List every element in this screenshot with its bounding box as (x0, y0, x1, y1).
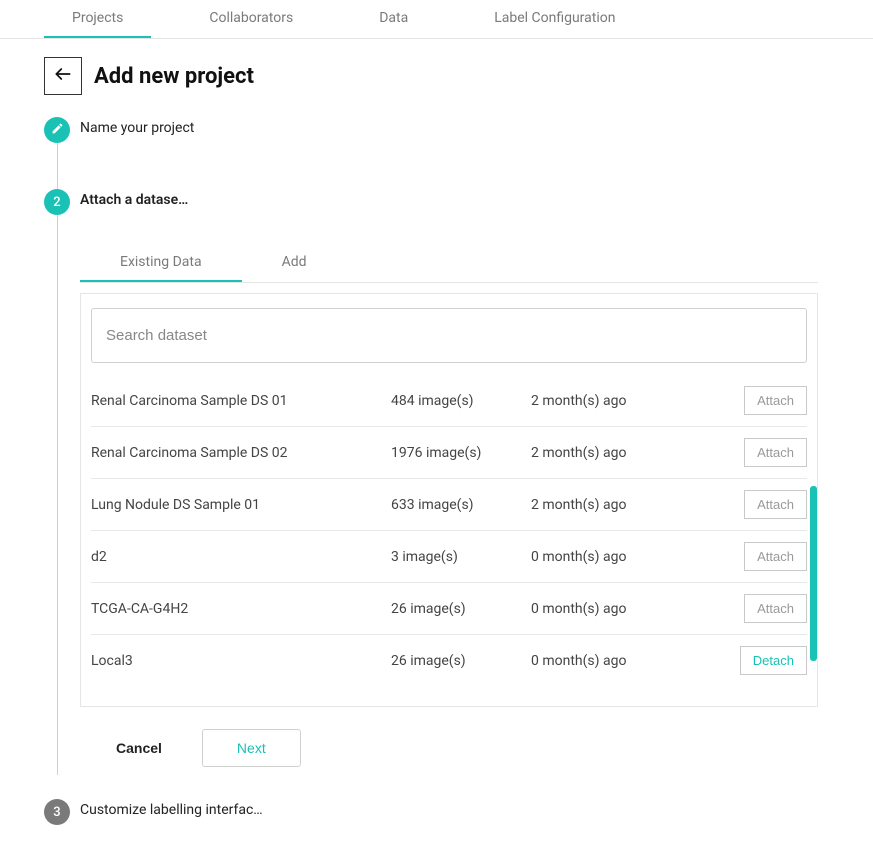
dataset-name: d2 (91, 549, 391, 565)
dataset-age: 2 month(s) ago (531, 497, 725, 513)
dataset-action-cell: Attach (725, 438, 807, 467)
search-input[interactable] (91, 308, 807, 363)
attach-button[interactable]: Attach (744, 386, 807, 415)
dataset-name: Renal Carcinoma Sample DS 01 (91, 393, 391, 409)
edit-icon (51, 122, 64, 139)
dataset-name: Local3 (91, 653, 391, 669)
arrow-left-icon (53, 64, 73, 88)
page-title: Add new project (94, 64, 254, 89)
step-1-icon (44, 117, 70, 143)
attach-button[interactable]: Attach (744, 594, 807, 623)
dataset-age: 0 month(s) ago (531, 653, 725, 669)
step-actions: Cancel Next (80, 729, 818, 767)
dataset-action-cell: Attach (725, 490, 807, 519)
dataset-image-count: 633 image(s) (391, 497, 531, 513)
attach-button[interactable]: Attach (744, 438, 807, 467)
sub-tab-existing-data[interactable]: Existing Data (80, 244, 242, 282)
dataset-name: Renal Carcinoma Sample DS 02 (91, 445, 391, 461)
dataset-image-count: 3 image(s) (391, 549, 531, 565)
back-button[interactable] (44, 57, 82, 95)
tab-collaborators[interactable]: Collaborators (181, 0, 321, 38)
step-1: Name your project (44, 117, 873, 189)
dataset-image-count: 484 image(s) (391, 393, 531, 409)
dataset-image-count: 1976 image(s) (391, 445, 531, 461)
step-3-number: 3 (44, 799, 70, 825)
dataset-row: Lung Nodule DS Sample 01633 image(s)2 mo… (91, 479, 807, 531)
dataset-age: 2 month(s) ago (531, 393, 725, 409)
dataset-row: TCGA-CA-G4H226 image(s)0 month(s) ago Att… (91, 583, 807, 635)
dataset-name: TCGA-CA-G4H2 (91, 601, 391, 617)
step-1-label: Name your project (80, 120, 873, 136)
tab-projects[interactable]: Projects (44, 0, 151, 38)
step-2: 2 Attach a datase… Existing Data Add Ren… (44, 189, 873, 775)
dataset-action-cell: Detach (725, 646, 807, 675)
stepper: Name your project 2 Attach a datase… Exi… (0, 105, 873, 826)
dataset-action-cell: Attach (725, 386, 807, 415)
step-3: 3 Customize labelling interfac… (44, 799, 873, 826)
tab-label-configuration[interactable]: Label Configuration (466, 0, 643, 38)
cancel-button[interactable]: Cancel (116, 740, 162, 756)
dataset-name: Lung Nodule DS Sample 01 (91, 497, 391, 513)
dataset-image-count: 26 image(s) (391, 601, 531, 617)
attach-button[interactable]: Attach (744, 490, 807, 519)
dataset-row: Renal Carcinoma Sample DS 01484 image(s)… (91, 375, 807, 427)
dataset-action-cell: Attach (725, 594, 807, 623)
sub-tabs: Existing Data Add (80, 244, 818, 283)
page-header: Add new project (0, 39, 873, 105)
sub-tab-add[interactable]: Add (242, 244, 347, 282)
step-3-label: Customize labelling interfac… (80, 802, 873, 818)
dataset-row: d23 image(s)0 month(s) ago Attach (91, 531, 807, 583)
step-2-label: Attach a datase… (80, 192, 818, 208)
dataset-row: Local326 image(s)0 month(s) ago Detach (91, 635, 807, 686)
detach-button[interactable]: Detach (740, 646, 807, 675)
dataset-action-cell: Attach (725, 542, 807, 571)
dataset-age: 2 month(s) ago (531, 445, 725, 461)
top-tabs: Projects Collaborators Data Label Config… (0, 0, 873, 39)
scrollbar[interactable] (810, 486, 817, 661)
tab-data[interactable]: Data (351, 0, 436, 38)
step-2-number: 2 (44, 189, 70, 215)
dataset-image-count: 26 image(s) (391, 653, 531, 669)
dataset-age: 0 month(s) ago (531, 549, 725, 565)
dataset-age: 0 month(s) ago (531, 601, 725, 617)
next-button[interactable]: Next (202, 729, 301, 767)
dataset-list: Renal Carcinoma Sample DS 01484 image(s)… (91, 375, 807, 686)
attach-button[interactable]: Attach (744, 542, 807, 571)
dataset-row: Renal Carcinoma Sample DS 021976 image(s… (91, 427, 807, 479)
dataset-card: Renal Carcinoma Sample DS 01484 image(s)… (80, 293, 818, 707)
